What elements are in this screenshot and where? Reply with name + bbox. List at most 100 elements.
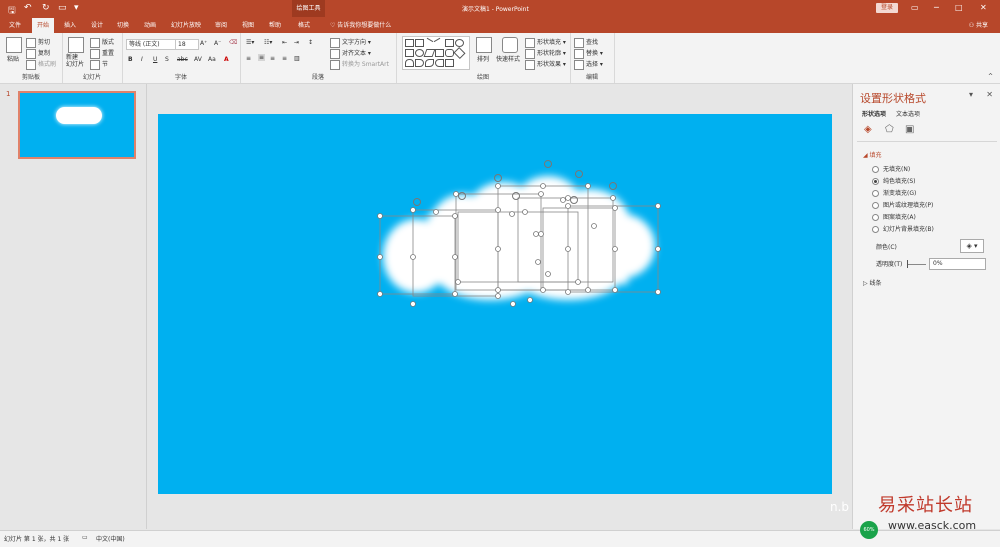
columns-icon[interactable]: ▥ (294, 55, 300, 62)
bullets-icon[interactable]: ☰▾ (246, 39, 254, 46)
tab-view[interactable]: 视图 (242, 20, 254, 29)
tab-review[interactable]: 审阅 (215, 20, 227, 29)
share-button[interactable]: ⚇ 共享 (969, 20, 988, 29)
bold-button[interactable]: B (128, 56, 133, 63)
shape-rounded[interactable] (445, 49, 454, 57)
minimize-button[interactable]: ─ (934, 3, 939, 12)
login-button[interactable]: 登录 (876, 3, 898, 13)
slide-canvas[interactable] (158, 114, 832, 494)
cut-button[interactable]: 剪切 (26, 37, 50, 48)
close-pane-icon[interactable]: ✕ (986, 90, 993, 99)
shape-brace[interactable] (415, 59, 424, 67)
replace-button[interactable]: 替换 ▾ (574, 48, 603, 59)
arrange-icon[interactable] (476, 37, 492, 53)
fill-line-icon[interactable]: ◈ (864, 124, 872, 135)
text-shadow-button[interactable]: S (165, 56, 169, 63)
cloud-shapes-layer[interactable] (158, 114, 832, 494)
shape-parallelogram[interactable] (423, 49, 436, 57)
justify-icon[interactable]: ≡ (282, 55, 287, 62)
character-spacing-button[interactable]: AV (194, 56, 202, 63)
shape-rectangle[interactable] (405, 39, 414, 47)
transparency-input[interactable]: 0% (929, 258, 986, 270)
radio-no-fill[interactable]: 无填充(N) (872, 164, 910, 173)
shape-fill-button[interactable]: 形状填充 ▾ (525, 37, 566, 48)
align-left-icon[interactable]: ≡ (246, 55, 251, 62)
shapes-gallery[interactable] (402, 36, 470, 70)
language-status[interactable]: 中文(中国) (96, 534, 125, 543)
numbering-icon[interactable]: ☷▾ (264, 39, 272, 46)
shape-effects-button[interactable]: 形状效果 ▾ (525, 59, 566, 70)
start-slideshow-icon[interactable]: ▭ (58, 3, 67, 13)
format-painter-button[interactable]: 格式刷 (26, 59, 56, 70)
effects-pentagon-icon[interactable]: ⬠ (885, 124, 894, 135)
underline-button[interactable]: U (153, 56, 157, 63)
size-properties-icon[interactable]: ▣ (905, 124, 914, 135)
radio-picture-fill[interactable]: 图片或纹理填充(P) (872, 200, 933, 209)
radio-solid-fill[interactable]: 纯色填充(S) (872, 176, 916, 185)
align-center-icon[interactable]: ≡ (258, 54, 266, 61)
smartart-button[interactable]: 转换为 SmartArt (330, 59, 389, 70)
shrink-font-button[interactable]: A⁻ (214, 40, 221, 47)
grow-font-button[interactable]: A⁺ (200, 40, 207, 47)
color-picker-button[interactable]: ◈ ▾ (960, 239, 984, 253)
change-case-button[interactable]: Aa (208, 56, 216, 63)
line-spacing-icon[interactable]: ↕ (308, 39, 313, 46)
new-slide-button[interactable]: 新建 幻灯片 (66, 54, 84, 68)
ribbon-display-options-icon[interactable]: ▭ (911, 3, 919, 12)
shape-line[interactable] (423, 37, 434, 48)
shape-wave[interactable] (425, 59, 434, 67)
shape-arrow[interactable] (435, 49, 444, 57)
tab-animations[interactable]: 动画 (144, 20, 156, 29)
shape-diamond[interactable] (453, 46, 466, 60)
tab-slideshow[interactable]: 幻灯片放映 (171, 20, 201, 29)
close-button[interactable]: ✕ (980, 3, 987, 12)
notes-icon[interactable]: ▭ (82, 534, 88, 541)
shape-rectangle-2[interactable] (445, 39, 454, 47)
paste-icon[interactable] (6, 37, 22, 53)
section-button[interactable]: 节 (90, 59, 108, 70)
align-text-button[interactable]: 对齐文本 ▾ (330, 48, 371, 59)
shape-star[interactable] (445, 59, 454, 67)
decrease-indent-icon[interactable]: ⇤ (282, 39, 287, 46)
quick-styles-button[interactable]: 快速样式 (496, 54, 520, 63)
tab-shape-options[interactable]: 形状选项 (862, 109, 886, 118)
layout-button[interactable]: 版式 (90, 37, 114, 48)
copy-button[interactable]: 复制 (26, 48, 50, 59)
transparency-slider[interactable] (908, 264, 926, 265)
radio-slide-background-fill[interactable]: 幻灯片背景填充(B) (872, 224, 934, 233)
tab-transitions[interactable]: 切换 (117, 20, 129, 29)
tab-insert[interactable]: 插入 (64, 20, 76, 29)
font-size-select[interactable]: 18 (175, 39, 199, 50)
maximize-button[interactable]: □ (955, 3, 963, 12)
shape-oval[interactable] (455, 39, 464, 47)
quick-styles-icon[interactable] (502, 37, 518, 53)
italic-button[interactable]: I (141, 56, 143, 63)
increase-indent-icon[interactable]: ⇥ (294, 39, 299, 46)
tab-format[interactable]: 格式 (298, 20, 310, 29)
radio-pattern-fill[interactable]: 图案填充(A) (872, 212, 916, 221)
reset-button[interactable]: 重置 (90, 48, 114, 59)
fill-section-header[interactable]: ◢ 填充 (863, 150, 882, 159)
tab-home[interactable]: 开始 (32, 18, 55, 33)
select-button[interactable]: 选择 ▾ (574, 59, 603, 70)
slide-thumbnail[interactable] (18, 91, 136, 159)
align-right-icon[interactable]: ≡ (270, 55, 275, 62)
redo-icon[interactable]: ↻ (42, 3, 50, 13)
text-direction-button[interactable]: 文字方向 ▾ (330, 37, 371, 48)
strikethrough-button[interactable]: abc (177, 56, 188, 63)
shape-rect-3[interactable] (405, 49, 414, 57)
line-section-header[interactable]: ▷ 线条 (863, 278, 882, 287)
shape-bracket[interactable] (435, 59, 444, 67)
shape-line-2[interactable] (433, 37, 444, 48)
tab-text-options[interactable]: 文本选项 (896, 109, 920, 118)
paste-button[interactable]: 粘贴 (7, 54, 19, 63)
tab-help[interactable]: 帮助 (269, 20, 281, 29)
new-slide-icon[interactable] (68, 37, 84, 53)
radio-gradient-fill[interactable]: 渐变填充(G) (872, 188, 916, 197)
shape-outline-button[interactable]: 形状轮廓 ▾ (525, 48, 566, 59)
shape-arc[interactable] (405, 59, 414, 67)
font-name-select[interactable]: 等线 (正文) (126, 39, 176, 50)
font-color-button[interactable]: A (224, 56, 229, 63)
tab-file[interactable]: 文件 (9, 20, 21, 29)
pane-options-icon[interactable]: ▾ (969, 90, 973, 99)
